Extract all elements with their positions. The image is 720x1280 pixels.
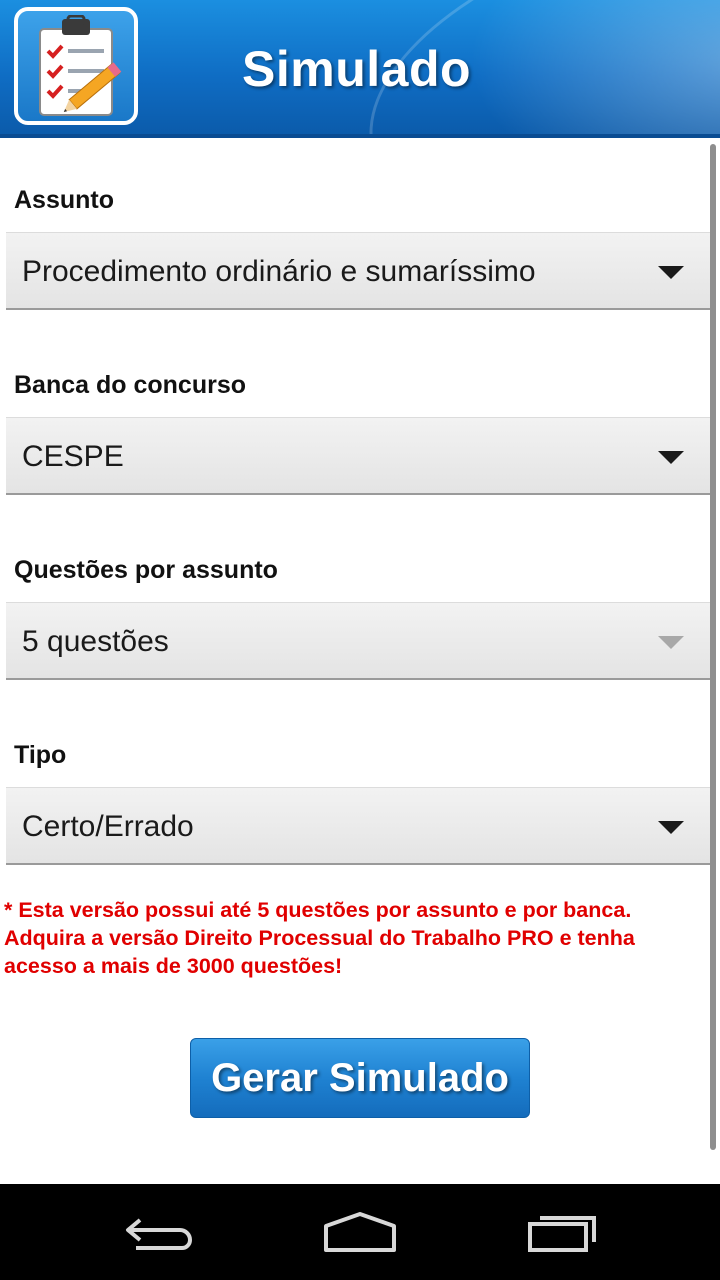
dropdown-arrow-icon (658, 451, 684, 464)
assunto-spinner[interactable]: Procedimento ordinário e sumaríssimo (6, 232, 710, 310)
pro-version-notice: * Esta versão possui até 5 questões por … (4, 898, 635, 978)
system-nav-bar (0, 1184, 720, 1280)
questoes-value: 5 questões (22, 625, 169, 658)
questoes-label: Questões por assunto (14, 556, 278, 584)
banca-label: Banca do concurso (14, 371, 246, 399)
dropdown-arrow-icon (658, 636, 684, 649)
page-title: Simulado (242, 41, 472, 97)
gerar-simulado-button[interactable]: Gerar Simulado (190, 1038, 530, 1118)
scrollbar[interactable] (710, 144, 716, 1150)
app-header: Simulado (0, 0, 720, 138)
banca-value: CESPE (22, 440, 124, 473)
dropdown-arrow-icon (658, 821, 684, 834)
back-icon[interactable] (122, 1210, 202, 1256)
tipo-spinner[interactable]: Certo/Errado (6, 787, 710, 865)
tipo-label: Tipo (14, 741, 67, 769)
home-icon[interactable] (320, 1210, 400, 1256)
dropdown-arrow-icon (658, 266, 684, 279)
form-content: Assunto Procedimento ordinário e sumarís… (0, 140, 720, 1184)
clipboard-checklist-icon (14, 7, 138, 125)
assunto-value: Procedimento ordinário e sumaríssimo (22, 255, 536, 288)
questoes-spinner[interactable]: 5 questões (6, 602, 710, 680)
header-divider (0, 134, 720, 138)
tipo-value: Certo/Errado (22, 810, 194, 843)
banca-spinner[interactable]: CESPE (6, 417, 710, 495)
assunto-label: Assunto (14, 186, 114, 214)
recents-icon[interactable] (524, 1210, 604, 1256)
